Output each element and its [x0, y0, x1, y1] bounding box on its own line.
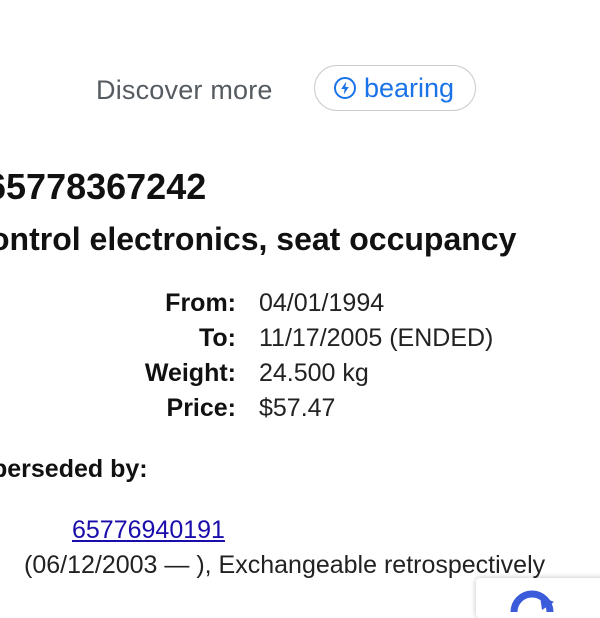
price-value: $57.47	[259, 394, 336, 422]
discover-more-bar: Discover more bearing	[0, 60, 600, 122]
detail-row-from: From: 04/01/1994	[0, 289, 600, 324]
to-value: 11/17/2005 (ENDED)	[259, 324, 494, 352]
superseding-part-link[interactable]: 65776940191	[72, 516, 225, 545]
superseded-heading: perseded by:	[0, 455, 148, 483]
chip-label: bearing	[364, 73, 455, 103]
from-value: 04/01/1994	[259, 289, 385, 317]
to-key: To:	[198, 324, 236, 352]
bolt-circle-icon	[333, 76, 357, 100]
part-details: From: 04/01/1994 To: 11/17/2005 (ENDED) …	[0, 289, 600, 429]
recaptcha-icon	[510, 590, 554, 618]
weight-key: Weight:	[144, 359, 236, 387]
part-title: ontrol electronics, seat occupancy	[0, 221, 517, 257]
detail-row-price: Price: $57.47	[0, 394, 600, 429]
bearing-chip[interactable]: bearing	[314, 65, 476, 111]
part-number: 65778367242	[0, 166, 207, 207]
detail-row-weight: Weight: 24.500 kg	[0, 359, 600, 394]
detail-row-to: To: 11/17/2005 (ENDED)	[0, 324, 600, 359]
price-key: Price:	[166, 394, 236, 422]
discover-more-label: Discover more	[96, 75, 273, 105]
from-key: From:	[165, 289, 236, 317]
weight-value: 24.500 kg	[259, 359, 369, 387]
recaptcha-badge[interactable]	[476, 578, 600, 618]
superseding-part-note: (06/12/2003 — ), Exchangeable retrospect…	[24, 551, 546, 579]
